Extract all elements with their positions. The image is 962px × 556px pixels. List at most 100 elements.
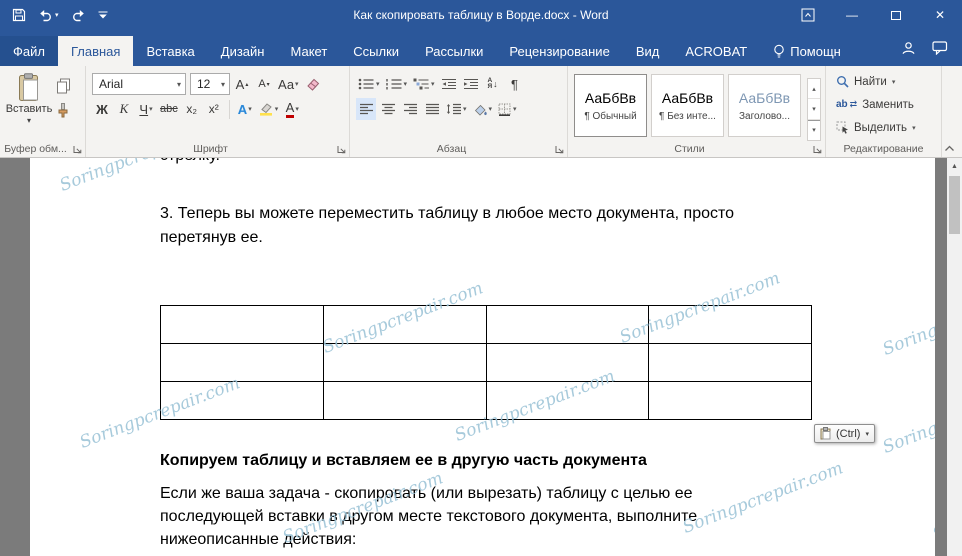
scrollbar-thumb[interactable] [949,176,960,234]
highlight-button[interactable]: ▾ [257,98,281,120]
replace-icon: ab [836,99,848,110]
clipped-paragraph[interactable]: стрелку. [160,158,815,167]
styles-scroll-up-icon[interactable]: ▴ [808,79,820,99]
styles-dialog-launcher[interactable] [812,144,822,154]
justify-button[interactable] [422,98,442,120]
tab-design[interactable]: Дизайн [208,36,278,66]
maximize-button[interactable] [874,0,918,30]
group-font: Arial ▾ 12 ▾ А▴ А▾ Аа▾ Ж К Ч▾ abc x₂ [86,66,350,157]
grow-font-button[interactable]: А▴ [232,73,252,95]
select-button[interactable]: Выделить ▾ [836,116,937,139]
redo-icon[interactable] [71,9,86,22]
table-cell[interactable] [161,306,324,344]
clear-formatting-icon[interactable] [303,73,323,95]
change-case-button[interactable]: Аа▾ [276,73,301,95]
strikethrough-button[interactable]: abc [158,98,180,120]
tab-assistant[interactable]: Помощн [760,36,854,66]
line-spacing-icon [446,103,462,115]
increase-indent-button[interactable] [461,73,481,95]
highlighter-icon [259,102,274,116]
align-left-button[interactable] [356,98,376,120]
clipboard-dialog-launcher[interactable] [72,144,82,154]
table-cell[interactable] [649,344,812,382]
table-cell[interactable] [487,344,650,382]
collapse-ribbon-icon[interactable] [944,145,955,152]
italic-button[interactable]: К [114,98,134,120]
style-normal[interactable]: АаБбВв ¶ Обычный [574,74,647,137]
account-area [901,30,962,66]
sort-button[interactable]: АЯ ↓ [483,73,503,95]
tab-mailings[interactable]: Рассылки [412,36,496,66]
copy-icon[interactable] [56,78,71,94]
style-no-spacing[interactable]: АаБбВв ¶ Без инте... [651,74,724,137]
undo-dropdown-icon[interactable]: ▾ [55,11,59,19]
ribbon-display-options-icon[interactable] [786,0,830,30]
font-dialog-launcher[interactable] [336,144,346,154]
shading-button[interactable]: ▾ [471,98,495,120]
decrease-indent-button[interactable] [439,73,459,95]
borders-button[interactable]: ▾ [496,98,519,120]
vertical-scrollbar[interactable]: ▲ [947,158,962,556]
style-heading1[interactable]: АаБбВв Заголово... [728,74,801,137]
styles-scroll-down-icon[interactable]: ▾ [808,99,820,119]
align-right-button[interactable] [400,98,420,120]
maximize-icon [891,11,901,20]
paragraph-dialog-launcher[interactable] [554,144,564,154]
font-color-button[interactable]: А▾ [282,98,302,120]
bullets-button[interactable]: ▾ [356,73,382,95]
align-center-button[interactable] [378,98,398,120]
superscript-button[interactable]: x² [204,98,224,120]
tab-layout[interactable]: Макет [277,36,340,66]
table-cell[interactable] [487,306,650,344]
undo-icon[interactable]: ▾ [38,9,59,22]
table-cell[interactable] [161,344,324,382]
font-family-dropdown-icon: ▾ [177,80,181,89]
close-button[interactable]: ✕ [918,0,962,30]
find-button[interactable]: Найти ▾ [836,70,937,93]
table-cell[interactable] [324,382,487,420]
paste-options-dropdown-icon: ▾ [865,430,869,438]
format-painter-icon[interactable] [56,103,71,118]
line-spacing-button[interactable]: ▾ [444,98,469,120]
subscript-button[interactable]: x₂ [182,98,202,120]
font-size-select[interactable]: 12 ▾ [190,73,230,95]
tab-references[interactable]: Ссылки [340,36,412,66]
comments-icon[interactable] [932,41,948,55]
sign-in-icon[interactable] [901,41,916,55]
table-cell[interactable] [324,344,487,382]
tab-review[interactable]: Рецензирование [496,36,622,66]
table-cell[interactable] [161,382,324,420]
bold-button[interactable]: Ж [92,98,112,120]
scroll-up-icon[interactable]: ▲ [947,158,962,174]
table-cell[interactable] [324,306,487,344]
document-page[interactable]: Soringpcrepair.com Soringpcrepair.com So… [30,158,935,556]
underline-button[interactable]: Ч▾ [136,98,156,120]
font-family-select[interactable]: Arial ▾ [92,73,186,95]
paste-options-button[interactable]: (Ctrl) ▾ [814,424,875,443]
numbering-button[interactable]: ▾ [384,73,410,95]
show-formatting-marks-button[interactable]: ¶ [505,73,525,95]
paste-dropdown-icon: ▾ [27,116,31,125]
paragraph-2[interactable]: Если же ваша задача - скопировать (или в… [160,482,815,551]
paste-button[interactable]: Вставить ▾ [6,70,52,140]
paragraph-1[interactable]: 3. Теперь вы можете переместить таблицу … [160,202,815,250]
tab-file[interactable]: Файл [0,36,58,66]
section-heading[interactable]: Копируем таблицу и вставляем ее в другую… [160,450,815,472]
minimize-button[interactable]: — [830,0,874,30]
tab-insert[interactable]: Вставка [133,36,207,66]
tab-acrobat[interactable]: ACROBAT [672,36,760,66]
table-cell[interactable] [649,382,812,420]
customize-qat-icon[interactable] [98,11,108,20]
table-cell[interactable] [487,382,650,420]
table-cell[interactable] [649,306,812,344]
tab-view[interactable]: Вид [623,36,673,66]
text-effects-button[interactable]: А▾ [235,98,255,120]
replace-button[interactable]: ab ⇄ Заменить [836,93,937,116]
multilevel-list-button[interactable]: ▾ [411,73,437,95]
tab-home[interactable]: Главная [58,36,133,66]
shrink-font-button[interactable]: А▾ [254,73,274,95]
editing-group-label: Редактирование [826,143,941,155]
borders-icon [498,103,512,116]
styles-more-icon[interactable]: ▾ [808,120,820,140]
save-icon[interactable] [12,8,26,22]
